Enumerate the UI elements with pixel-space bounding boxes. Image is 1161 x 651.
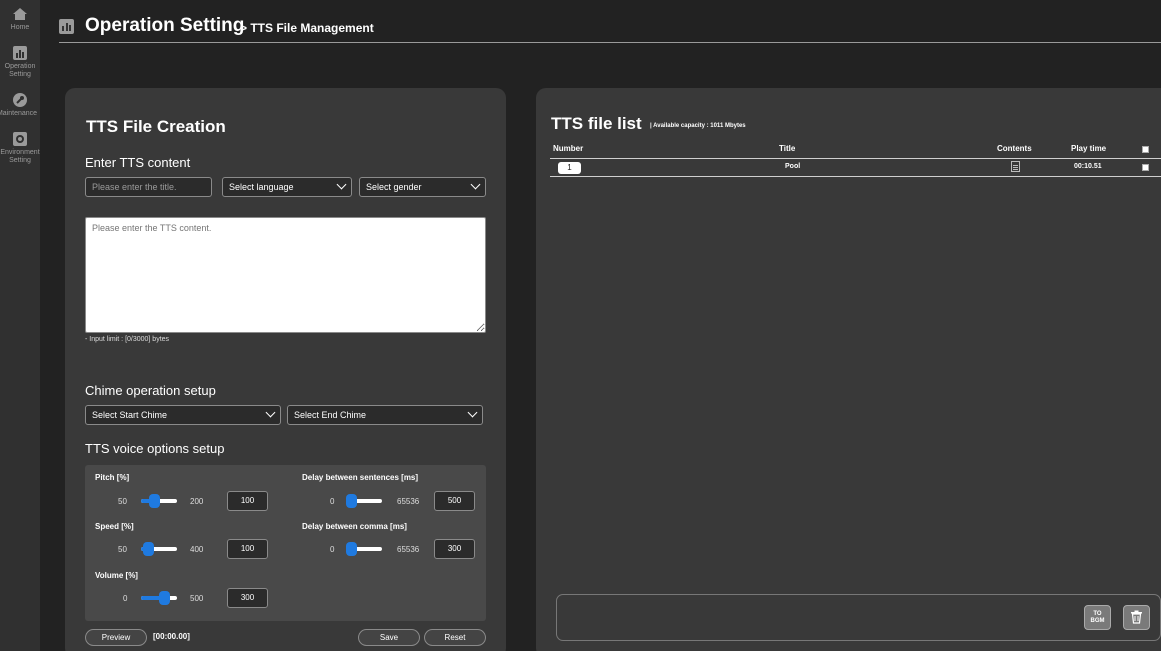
delay-comma-max: 65536	[397, 545, 420, 554]
gender-select[interactable]: Select gender	[359, 177, 486, 197]
table-row-divider	[550, 176, 1161, 177]
voice-options-heading: TTS voice options setup	[85, 441, 225, 456]
language-select[interactable]: Select language	[222, 177, 352, 197]
sidebar-item-label: Maintenance	[0, 110, 38, 117]
gear-icon	[13, 132, 27, 146]
chevron-down-icon	[470, 179, 481, 190]
speed-max: 400	[190, 545, 204, 554]
sidebar-item-label: Home	[10, 24, 30, 31]
gender-select-value: Select gender	[366, 182, 422, 192]
row-checkbox[interactable]	[1142, 164, 1149, 171]
title-input[interactable]	[85, 177, 212, 197]
language-select-value: Select language	[229, 182, 294, 192]
chart-icon	[59, 19, 74, 34]
document-icon[interactable]	[1011, 161, 1020, 172]
chevron-down-icon	[467, 407, 478, 418]
column-header-number: Number	[553, 144, 584, 153]
wrench-icon	[13, 93, 27, 107]
chevron-down-icon	[336, 179, 347, 190]
volume-value-input[interactable]: 300	[227, 588, 268, 608]
sidebar-item-operation[interactable]: Operation Setting	[0, 46, 40, 79]
creation-title: TTS File Creation	[86, 117, 226, 136]
row-number: 1	[558, 162, 581, 174]
volume-max: 500	[190, 594, 204, 603]
delay-comma-value-input[interactable]: 300	[434, 539, 475, 559]
tts-content-textarea[interactable]	[85, 217, 486, 333]
column-header-playtime: Play time	[1071, 144, 1107, 153]
delay-sentences-min: 0	[330, 497, 335, 506]
start-chime-select[interactable]: Select Start Chime	[85, 405, 281, 425]
sidebar-item-label: Operation Setting	[4, 63, 36, 78]
delay-sentences-label: Delay between sentences [ms]	[302, 473, 419, 482]
preview-time: [00:00.00]	[153, 632, 190, 641]
volume-slider[interactable]	[141, 591, 177, 605]
header-divider	[59, 42, 1161, 43]
speed-min: 50	[118, 545, 127, 554]
volume-min: 0	[123, 594, 128, 603]
delete-button[interactable]	[1123, 605, 1150, 630]
delay-comma-min: 0	[330, 545, 335, 554]
delay-comma-label: Delay between comma [ms]	[302, 522, 407, 531]
select-all-checkbox[interactable]	[1142, 146, 1149, 153]
chart-icon	[13, 46, 27, 60]
delay-sentences-max: 65536	[397, 497, 420, 506]
sidebar-item-label: Environment Setting	[0, 149, 40, 164]
pitch-label: Pitch [%]	[95, 473, 130, 482]
sidebar-item-environment[interactable]: Environment Setting	[0, 132, 40, 165]
chime-heading: Chime operation setup	[85, 383, 216, 398]
volume-label: Volume [%]	[95, 571, 138, 580]
save-button[interactable]: Save	[358, 629, 420, 646]
column-header-contents: Contents	[997, 144, 1032, 153]
delay-sentences-value-input[interactable]: 500	[434, 491, 475, 511]
sidebar-item-maintenance[interactable]: Maintenance	[0, 93, 40, 118]
reset-button[interactable]: Reset	[424, 629, 486, 646]
speed-slider[interactable]	[141, 542, 177, 556]
end-chime-value: Select End Chime	[294, 410, 367, 420]
breadcrumb: > TTS File Management	[240, 21, 374, 35]
speed-value-input[interactable]: 100	[227, 539, 268, 559]
pitch-max: 200	[190, 497, 204, 506]
tts-file-list-panel	[536, 88, 1161, 651]
to-bgm-button[interactable]: TO BGM	[1084, 605, 1111, 630]
pitch-min: 50	[118, 497, 127, 506]
home-icon	[13, 8, 27, 20]
delay-sentences-slider[interactable]	[346, 494, 382, 508]
enter-content-heading: Enter TTS content	[85, 155, 191, 170]
delay-comma-slider[interactable]	[346, 542, 382, 556]
file-list-title: TTS file list	[551, 114, 642, 133]
input-limit-note: - Input limit : [0/3000] bytes	[85, 336, 170, 343]
pitch-value-input[interactable]: 100	[227, 491, 268, 511]
page-title: Operation Setting	[85, 15, 245, 36]
sidebar-item-home[interactable]: Home	[0, 7, 40, 32]
capacity-text: | Available capacity : 1011 Mbytes	[650, 123, 746, 129]
preview-button[interactable]: Preview	[85, 629, 147, 646]
sidebar: Home Operation Setting Maintenance Envir…	[0, 0, 40, 651]
column-header-title: Title	[779, 144, 796, 153]
row-play-time: 00:10.51	[1074, 163, 1102, 170]
table-header-divider	[550, 158, 1161, 159]
speed-label: Speed [%]	[95, 522, 134, 531]
end-chime-select[interactable]: Select End Chime	[287, 405, 483, 425]
trash-icon	[1131, 610, 1142, 624]
start-chime-value: Select Start Chime	[92, 410, 168, 420]
row-title: Pool	[785, 163, 801, 170]
chevron-down-icon	[265, 407, 276, 418]
pitch-slider[interactable]	[141, 494, 177, 508]
action-bar	[556, 594, 1161, 641]
